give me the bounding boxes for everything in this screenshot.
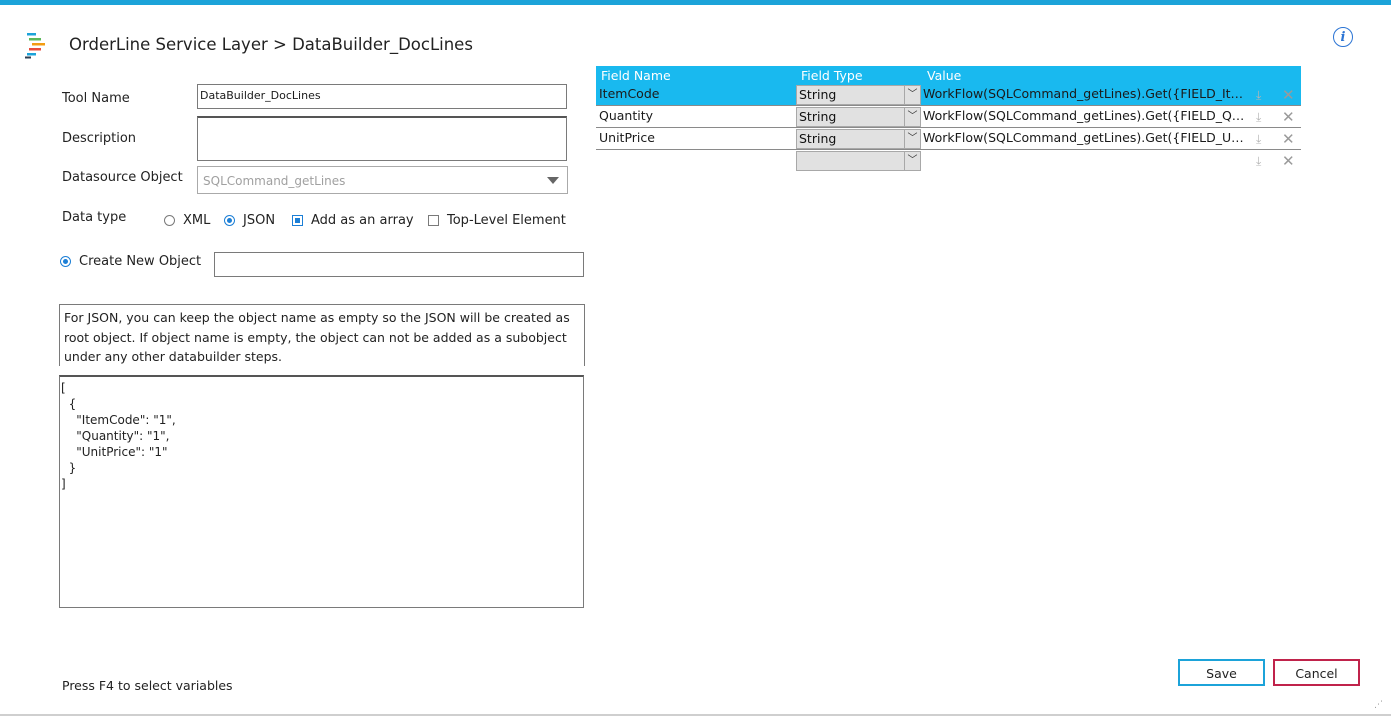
tool-name-input[interactable]: DataBuilder_DocLines xyxy=(197,84,567,109)
chevron-down-icon[interactable]: ﹀ xyxy=(904,108,920,126)
grid-header: Field Name Field Type Value xyxy=(596,66,1301,86)
xml-radio[interactable] xyxy=(164,215,175,226)
datasource-label: Datasource Object xyxy=(62,170,183,185)
chevron-down-icon[interactable]: ﹀ xyxy=(904,152,920,170)
field-name-header[interactable]: Field Name xyxy=(601,68,671,83)
info-icon[interactable]: i xyxy=(1333,27,1353,47)
json-help-note: For JSON, you can keep the object name a… xyxy=(59,304,585,366)
top-level-element-label: Top-Level Element xyxy=(447,213,566,228)
field-type-select[interactable]: String ﹀ xyxy=(796,107,921,127)
field-type-value: String xyxy=(799,87,837,102)
window-top-bar xyxy=(0,0,1391,5)
value-cell[interactable]: WorkFlow(SQLCommand_getLines).Get({FIELD… xyxy=(923,86,1248,101)
field-type-select[interactable]: String ﹀ xyxy=(796,129,921,149)
create-new-object-radio[interactable] xyxy=(60,256,71,267)
top-level-element-checkbox[interactable] xyxy=(428,215,439,226)
json-radio[interactable] xyxy=(224,215,235,226)
add-as-array-label: Add as an array xyxy=(311,213,414,228)
value-cell[interactable]: WorkFlow(SQLCommand_getLines).Get({FIELD… xyxy=(923,130,1248,145)
field-name-cell[interactable]: ItemCode xyxy=(599,86,659,101)
description-label: Description xyxy=(62,131,137,146)
json-label: JSON xyxy=(243,213,276,228)
chevron-down-icon xyxy=(547,177,559,184)
field-type-header[interactable]: Field Type xyxy=(801,68,863,83)
field-name-cell[interactable]: UnitPrice xyxy=(599,130,655,145)
add-as-array-checkbox[interactable] xyxy=(292,215,303,226)
page-title: OrderLine Service Layer > DataBuilder_Do… xyxy=(69,35,473,54)
field-type-select[interactable]: ﹀ xyxy=(796,151,921,171)
close-icon[interactable]: ✕ xyxy=(1282,108,1295,126)
grid-row[interactable]: ItemCode String ﹀ WorkFlow(SQLCommand_get… xyxy=(596,85,1301,106)
value-cell[interactable]: WorkFlow(SQLCommand_getLines).Get({FIELD… xyxy=(923,108,1248,123)
close-icon[interactable]: ✕ xyxy=(1282,130,1295,148)
chevron-down-icon[interactable]: ﹀ xyxy=(904,86,920,104)
datasource-select[interactable]: SQLCommand_getLines xyxy=(197,166,568,194)
json-preview[interactable]: [ { "ItemCode": "1", "Quantity": "1", "U… xyxy=(59,375,584,608)
datasource-value: SQLCommand_getLines xyxy=(203,174,346,188)
object-name-input[interactable] xyxy=(214,252,584,277)
cancel-button[interactable]: Cancel xyxy=(1273,659,1360,686)
field-type-select[interactable]: String ﹀ xyxy=(796,85,921,105)
download-icon[interactable]: ⤓ xyxy=(1256,154,1261,169)
field-type-value: String xyxy=(799,109,837,124)
download-icon[interactable]: ⤓ xyxy=(1256,110,1261,125)
tool-name-value: DataBuilder_DocLines xyxy=(200,89,321,102)
app-logo-icon xyxy=(25,33,45,59)
chevron-down-icon[interactable]: ﹀ xyxy=(904,130,920,148)
resize-grip-icon[interactable]: ⋰ xyxy=(1374,700,1383,710)
grid-row[interactable]: Quantity String ﹀ WorkFlow(SQLCommand_get… xyxy=(596,107,1301,128)
description-input[interactable] xyxy=(197,116,567,161)
field-type-value: String xyxy=(799,131,837,146)
value-header[interactable]: Value xyxy=(927,68,961,83)
close-icon[interactable]: ✕ xyxy=(1282,86,1295,104)
create-new-object-label: Create New Object xyxy=(79,254,202,269)
grid-row-new[interactable]: ﹀ ⤓ ✕ xyxy=(596,151,1301,172)
footer-hint: Press F4 to select variables xyxy=(62,678,233,693)
field-name-cell[interactable]: Quantity xyxy=(599,108,653,123)
data-type-label: Data type xyxy=(62,210,127,225)
grid-row[interactable]: UnitPrice String ﹀ WorkFlow(SQLCommand_ge… xyxy=(596,129,1301,150)
download-icon[interactable]: ⤓ xyxy=(1256,88,1261,103)
close-icon[interactable]: ✕ xyxy=(1282,152,1295,170)
download-icon[interactable]: ⤓ xyxy=(1256,132,1261,147)
xml-label: XML xyxy=(183,213,211,228)
tool-name-label: Tool Name xyxy=(62,91,130,106)
save-button[interactable]: Save xyxy=(1178,659,1265,686)
